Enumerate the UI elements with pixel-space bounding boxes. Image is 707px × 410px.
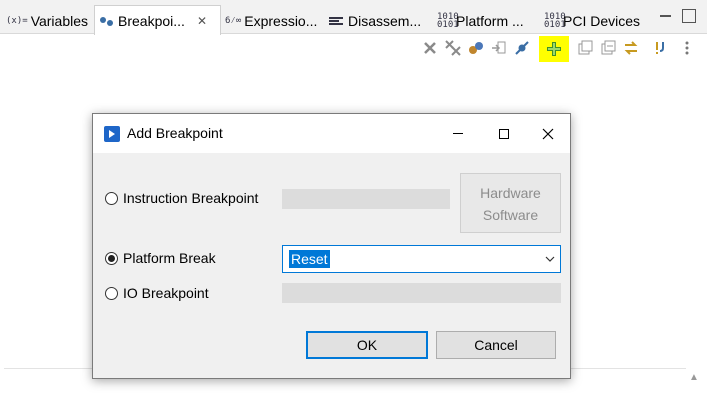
skip-all-breakpoints-icon: [515, 41, 529, 55]
close-icon: [542, 128, 554, 139]
platform-break-value: Reset: [289, 250, 330, 268]
variables-icon: (x)=: [6, 15, 28, 26]
add-breakpoint-icon: [547, 42, 561, 56]
add-breakpoint-button[interactable]: [539, 36, 569, 62]
chevron-down-icon: [545, 256, 555, 262]
skip-all-breakpoints-button[interactable]: [513, 39, 531, 57]
instruction-breakpoint-label: Instruction Breakpoint: [123, 190, 259, 206]
view-menu-button[interactable]: [678, 39, 696, 57]
remove-all-breakpoints-icon: [445, 40, 461, 56]
platform-break-label: Platform Break: [123, 250, 216, 266]
software-option: Software: [482, 207, 539, 223]
close-button[interactable]: [525, 114, 571, 153]
minimize-icon: [453, 133, 463, 134]
tab-label: Variables: [30, 12, 89, 29]
remove-breakpoint-icon: [424, 42, 436, 54]
io-breakpoint-radio[interactable]: [105, 287, 118, 300]
platform-icon: 1010 0101: [437, 11, 459, 30]
tab-pci-devices[interactable]: 1010 0101 PCI Devices: [544, 7, 644, 34]
tab-breakpoints[interactable]: Breakpoi... ✕: [94, 5, 221, 35]
expressions-icon: 6⁄∞: [225, 15, 242, 26]
show-supported-breakpoints-button[interactable]: [467, 39, 485, 57]
link-with-debug-view-icon: [624, 41, 638, 55]
go-to-file-button[interactable]: [490, 39, 508, 57]
dialog-title: Add Breakpoint: [127, 125, 223, 141]
remove-breakpoint-button[interactable]: [421, 39, 439, 57]
expand-all-button[interactable]: [576, 39, 594, 57]
platform-break-radio[interactable]: [105, 252, 118, 265]
link-with-debug-view-button[interactable]: [622, 39, 640, 57]
expand-all-icon: [578, 40, 593, 55]
platform-break-select[interactable]: Reset: [282, 245, 561, 273]
app-icon: [104, 126, 120, 142]
collapse-all-icon: [601, 40, 616, 55]
view-menu-icon: [685, 41, 689, 55]
tab-label: Disassem...: [348, 12, 422, 29]
tab-variables[interactable]: (x)= Variables: [6, 7, 92, 34]
minimize-button[interactable]: [435, 114, 481, 153]
io-port-field: [282, 283, 561, 303]
breakpoint-properties-button[interactable]: [652, 39, 670, 57]
tab-expressions[interactable]: 6⁄∞ Expressio...: [225, 7, 325, 34]
collapse-all-button[interactable]: [599, 39, 617, 57]
breakpoints-icon: [99, 15, 115, 27]
tab-label: Platform ...: [456, 12, 524, 29]
close-icon[interactable]: ✕: [197, 14, 207, 28]
ok-button[interactable]: OK: [306, 331, 428, 359]
tab-platform[interactable]: 1010 0101 Platform ...: [437, 7, 537, 34]
view-tab-bar: (x)= Variables Breakpoi... ✕ 6⁄∞ Express…: [0, 0, 707, 35]
disassembly-icon: [329, 16, 345, 26]
pci-devices-icon: 1010 0101: [544, 11, 566, 30]
scroll-up-icon[interactable]: ▲: [686, 372, 702, 388]
go-to-file-icon: [492, 41, 506, 54]
hardware-software-group: Hardware Software: [460, 173, 561, 233]
breakpoint-properties-icon: [656, 42, 664, 54]
add-breakpoint-dialog: Add Breakpoint Instruction Breakpoint Ha…: [92, 113, 571, 379]
maximize-icon: [499, 128, 509, 139]
instruction-address-field: [282, 189, 450, 209]
minimize-view-button[interactable]: [659, 9, 673, 23]
cancel-button[interactable]: Cancel: [436, 331, 556, 359]
tab-label: PCI Devices: [563, 12, 641, 29]
hardware-option: Hardware: [480, 185, 541, 201]
tab-label: Breakpoi...: [118, 12, 185, 29]
dialog-title-bar: Add Breakpoint: [93, 114, 570, 153]
maximize-button[interactable]: [481, 114, 527, 153]
remove-all-breakpoints-button[interactable]: [444, 39, 462, 57]
maximize-view-button[interactable]: [682, 9, 696, 23]
breakpoints-toolbar: [0, 36, 707, 62]
tab-label: Expressio...: [244, 12, 318, 29]
show-supported-breakpoints-icon: [469, 42, 483, 54]
tab-disassembly[interactable]: Disassem...: [329, 7, 427, 34]
io-breakpoint-label: IO Breakpoint: [123, 285, 209, 301]
instruction-breakpoint-radio[interactable]: [105, 192, 118, 205]
